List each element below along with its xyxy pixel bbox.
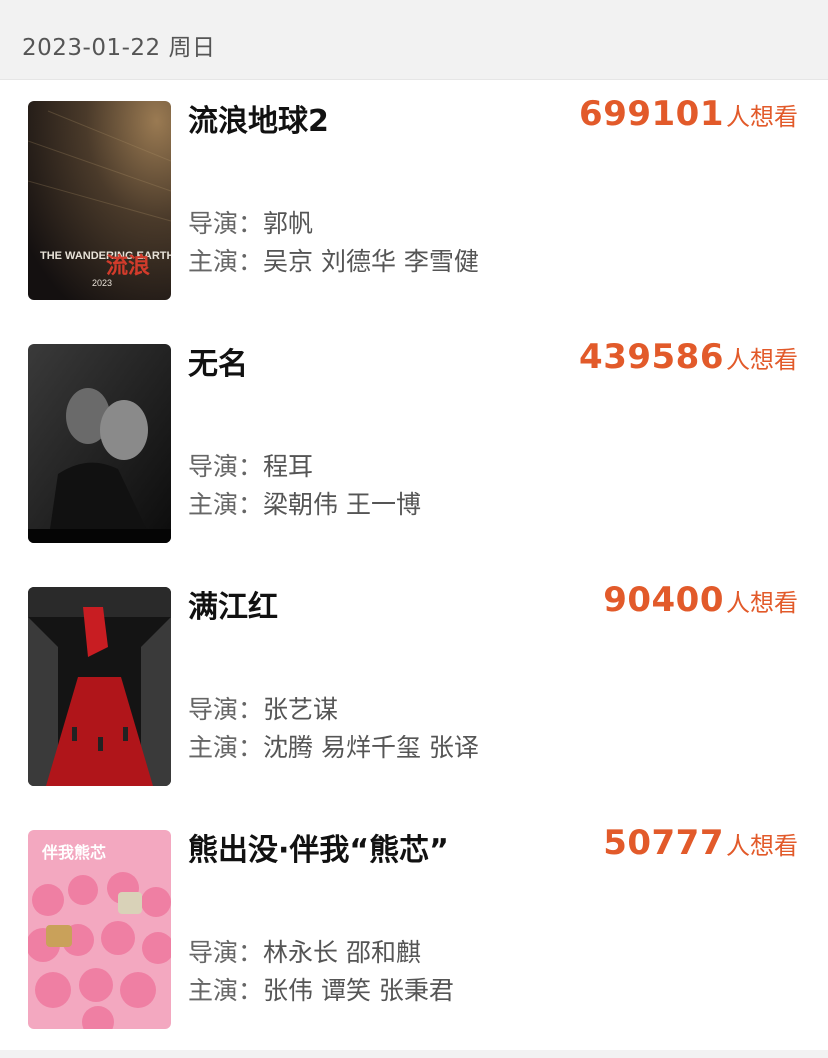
director-line: 导演：林永长 邵和麒 bbox=[188, 933, 421, 969]
movie-title[interactable]: 无名 bbox=[188, 339, 248, 383]
director-line: 导演：郭帆 bbox=[188, 204, 313, 240]
cast-names: 梁朝伟 王一博 bbox=[263, 490, 421, 519]
wish-count: 90400人想看 bbox=[603, 580, 798, 620]
cast-line: 主演：沈腾 易烊千玺 张译 bbox=[188, 728, 479, 764]
cast-names: 吴京 刘德华 李雪健 bbox=[263, 247, 479, 276]
director-names: 张艺谋 bbox=[263, 695, 339, 724]
poster-wuming-image bbox=[28, 344, 171, 543]
wish-count: 439586人想看 bbox=[579, 337, 798, 377]
wish-number: 90400 bbox=[603, 580, 724, 620]
bottom-divider bbox=[0, 1050, 828, 1058]
cast-label: 主演： bbox=[188, 247, 264, 276]
wish-suffix: 人想看 bbox=[726, 103, 798, 131]
movie-title[interactable]: 满江红 bbox=[188, 582, 278, 626]
date-header: 2023-01-22 周日 bbox=[0, 0, 828, 80]
wish-suffix: 人想看 bbox=[726, 832, 798, 860]
svg-text:流浪: 流浪 bbox=[106, 253, 150, 279]
cast-label: 主演： bbox=[188, 733, 264, 762]
cast-line: 主演：吴京 刘德华 李雪健 bbox=[188, 242, 479, 278]
poster-manjianghong-image bbox=[28, 587, 171, 786]
wish-number: 699101 bbox=[579, 94, 724, 134]
wish-count: 50777人想看 bbox=[603, 823, 798, 863]
movie-poster[interactable] bbox=[28, 587, 171, 786]
svg-text:伴我熊芯: 伴我熊芯 bbox=[41, 843, 106, 862]
movie-item[interactable]: 无名 439586人想看 导演：程耳 主演：梁朝伟 王一博 bbox=[0, 323, 828, 566]
director-label: 导演： bbox=[188, 695, 264, 724]
cast-line: 主演：梁朝伟 王一博 bbox=[188, 485, 421, 521]
cast-label: 主演： bbox=[188, 976, 264, 1005]
director-label: 导演： bbox=[188, 452, 264, 481]
movie-poster[interactable]: 伴我熊芯 bbox=[28, 830, 171, 1029]
cast-label: 主演： bbox=[188, 490, 264, 519]
director-names: 郭帆 bbox=[263, 209, 314, 238]
wish-suffix: 人想看 bbox=[726, 346, 798, 374]
director-line: 导演：张艺谋 bbox=[188, 690, 338, 726]
poster-wandering-earth-image: THE WANDERING EARTH Ⅱ 2023 流浪 bbox=[28, 101, 171, 300]
wish-number: 439586 bbox=[579, 337, 724, 377]
wish-suffix: 人想看 bbox=[726, 589, 798, 617]
date-label: 2023-01-22 周日 bbox=[22, 35, 216, 61]
movie-item[interactable]: THE WANDERING EARTH Ⅱ 2023 流浪 流浪地球2 6991… bbox=[0, 80, 828, 323]
movie-title[interactable]: 熊出没·伴我“熊芯” bbox=[188, 825, 449, 869]
cast-line: 主演：张伟 谭笑 张秉君 bbox=[188, 971, 454, 1007]
poster-boonie-bears-image: 伴我熊芯 bbox=[28, 830, 171, 1029]
svg-text:2023: 2023 bbox=[92, 278, 112, 288]
director-line: 导演：程耳 bbox=[188, 447, 313, 483]
movie-item[interactable]: 伴我熊芯 熊出没·伴我“熊芯” 50777人想看 导演：林永长 邵和麒 主演：张… bbox=[0, 809, 828, 1052]
cast-names: 沈腾 易烊千玺 张译 bbox=[263, 733, 479, 762]
movie-poster[interactable]: THE WANDERING EARTH Ⅱ 2023 流浪 bbox=[28, 101, 171, 300]
director-label: 导演： bbox=[188, 938, 264, 967]
director-names: 林永长 邵和麒 bbox=[263, 938, 421, 967]
wish-count: 699101人想看 bbox=[579, 94, 798, 134]
movie-title[interactable]: 流浪地球2 bbox=[188, 96, 329, 140]
director-label: 导演： bbox=[188, 209, 264, 238]
movie-item[interactable]: 满江红 90400人想看 导演：张艺谋 主演：沈腾 易烊千玺 张译 bbox=[0, 566, 828, 809]
wish-number: 50777 bbox=[603, 823, 724, 863]
director-names: 程耳 bbox=[263, 452, 314, 481]
movie-poster[interactable] bbox=[28, 344, 171, 543]
cast-names: 张伟 谭笑 张秉君 bbox=[263, 976, 454, 1005]
